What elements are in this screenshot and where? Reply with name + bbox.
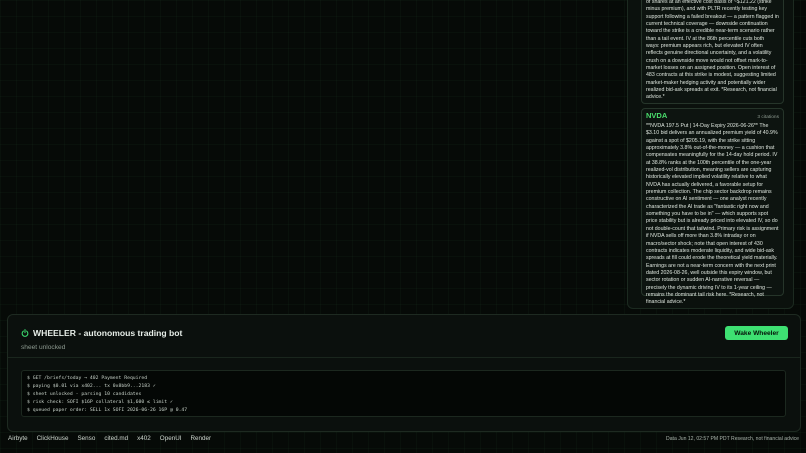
footer-link-openui[interactable]: OpenUI <box>160 435 182 442</box>
footer-link-senso[interactable]: Senso <box>77 435 95 442</box>
terminal-line: $ risk check: SOFI $16P collateral $1,60… <box>27 400 173 405</box>
footer-link-airbyte[interactable]: Airbyte <box>8 435 28 442</box>
card-body: **NVDA 197.5 Put | 14-Day Expiry 2026-06… <box>646 123 779 306</box>
terminal-log: $ GET /briefs/today → 402 Payment Requir… <box>21 370 786 417</box>
card-body: of shares at an effective cost basis of … <box>646 0 779 101</box>
bot-title: WHEELER - autonomous trading bot <box>33 328 183 338</box>
terminal-line: $ queued paper order: SELL 1x SOFI 2026-… <box>27 408 188 413</box>
bot-header: WHEELER - autonomous trading bot <box>21 328 182 338</box>
footer-links: Airbyte ClickHouse Senso cited.md x402 O… <box>8 435 220 442</box>
footer-link-clickhouse[interactable]: ClickHouse <box>37 435 69 442</box>
bot-panel: WHEELER - autonomous trading bot sheet u… <box>7 314 801 432</box>
research-card-pltr: of shares at an effective cost basis of … <box>641 0 784 104</box>
terminal-line: $ paying $0.01 via x402... tx 0x8bb9...2… <box>27 384 156 389</box>
card-header: NVDA 3 citations <box>646 111 779 123</box>
terminal-line: $ GET /briefs/today → 402 Payment Requir… <box>27 376 148 381</box>
ticker-label[interactable]: NVDA <box>646 111 667 120</box>
terminal-line: $ sheet unlocked - parsing 10 candidates <box>27 392 142 397</box>
footer-link-x402[interactable]: x402 <box>137 435 151 442</box>
power-icon <box>21 329 29 337</box>
research-card-nvda: NVDA 3 citations **NVDA 197.5 Put | 14-D… <box>641 108 784 305</box>
divider <box>8 357 800 358</box>
bot-status: sheet unlocked <box>21 344 66 351</box>
footer-link-cited-md[interactable]: cited.md <box>104 435 128 442</box>
footer-link-render[interactable]: Render <box>191 435 212 442</box>
wake-wheeler-button[interactable]: Wake Wheeler <box>725 326 788 340</box>
citations-count[interactable]: 3 citations <box>757 115 779 120</box>
footer-disclaimer: Data Jun 12, 02:57 PM PDT Research, not … <box>666 436 799 442</box>
